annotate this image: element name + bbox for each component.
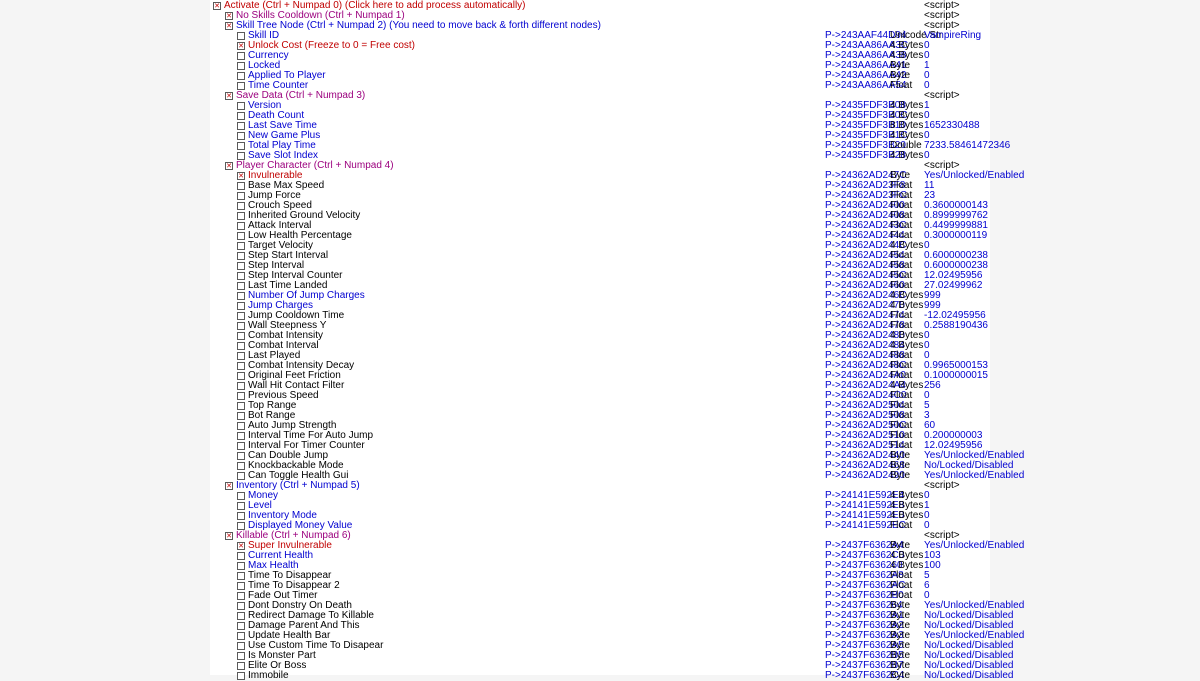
- checkbox-empty-icon[interactable]: [237, 622, 245, 630]
- checkbox-empty-icon[interactable]: [237, 472, 245, 480]
- checkbox-empty-icon[interactable]: [237, 672, 245, 680]
- checkbox-empty-icon[interactable]: [237, 612, 245, 620]
- checkbox-checked-icon[interactable]: [237, 172, 245, 180]
- checkbox-empty-icon[interactable]: [237, 182, 245, 190]
- checkbox-empty-icon[interactable]: [237, 502, 245, 510]
- value-label[interactable]: 7233.58461472346: [924, 141, 1010, 151]
- checkbox-empty-icon[interactable]: [237, 302, 245, 310]
- rows-container: Activate (Ctrl + Numpad 0) (Click here t…: [210, 1, 990, 681]
- checkbox-empty-icon[interactable]: [237, 572, 245, 580]
- checkbox-empty-icon[interactable]: [237, 422, 245, 430]
- value-label[interactable]: Yes/Unlocked/Enabled: [924, 171, 1024, 181]
- checkbox-checked-icon[interactable]: [225, 22, 233, 30]
- checkbox-empty-icon[interactable]: [237, 312, 245, 320]
- value-label[interactable]: 0.3000000119: [924, 231, 987, 241]
- checkbox-empty-icon[interactable]: [237, 252, 245, 260]
- checkbox-empty-icon[interactable]: [237, 362, 245, 370]
- checkbox-empty-icon[interactable]: [237, 282, 245, 290]
- checkbox-empty-icon[interactable]: [237, 242, 245, 250]
- checkbox-empty-icon[interactable]: [237, 292, 245, 300]
- checkbox-empty-icon[interactable]: [237, 322, 245, 330]
- value-label[interactable]: No/Locked/Disabled: [924, 671, 1014, 681]
- checkbox-empty-icon[interactable]: [237, 372, 245, 380]
- checkbox-empty-icon[interactable]: [237, 652, 245, 660]
- checkbox-empty-icon[interactable]: [237, 642, 245, 650]
- checkbox-checked-icon[interactable]: [213, 2, 221, 10]
- checkbox-empty-icon[interactable]: [237, 602, 245, 610]
- checkbox-empty-icon[interactable]: [237, 202, 245, 210]
- description-label[interactable]: Immobile: [248, 671, 289, 681]
- checkbox-empty-icon[interactable]: [237, 152, 245, 160]
- checkbox-empty-icon[interactable]: [237, 122, 245, 130]
- checkbox-empty-icon[interactable]: [237, 82, 245, 90]
- checkbox-empty-icon[interactable]: [237, 112, 245, 120]
- checkbox-empty-icon[interactable]: [237, 262, 245, 270]
- checkbox-empty-icon[interactable]: [237, 142, 245, 150]
- checkbox-empty-icon[interactable]: [237, 462, 245, 470]
- checkbox-empty-icon[interactable]: [237, 442, 245, 450]
- checkbox-empty-icon[interactable]: [237, 412, 245, 420]
- checkbox-checked-icon[interactable]: [225, 482, 233, 490]
- type-label[interactable]: 4 Bytes: [890, 151, 923, 161]
- checkbox-empty-icon[interactable]: [237, 382, 245, 390]
- value-label[interactable]: VampireRing: [924, 31, 981, 41]
- checkbox-checked-icon[interactable]: [225, 162, 233, 170]
- checkbox-empty-icon[interactable]: [237, 592, 245, 600]
- checkbox-empty-icon[interactable]: [237, 332, 245, 340]
- checkbox-checked-icon[interactable]: [225, 12, 233, 20]
- checkbox-empty-icon[interactable]: [237, 72, 245, 80]
- checkbox-empty-icon[interactable]: [237, 232, 245, 240]
- checkbox-checked-icon[interactable]: [237, 42, 245, 50]
- checkbox-empty-icon[interactable]: [237, 52, 245, 60]
- type-label[interactable]: Float: [890, 81, 912, 91]
- type-label[interactable]: Byte: [890, 471, 910, 481]
- checkbox-checked-icon[interactable]: [225, 532, 233, 540]
- checkbox-checked-icon[interactable]: [225, 92, 233, 100]
- checkbox-empty-icon[interactable]: [237, 102, 245, 110]
- checkbox-empty-icon[interactable]: [237, 452, 245, 460]
- checkbox-empty-icon[interactable]: [237, 342, 245, 350]
- checkbox-empty-icon[interactable]: [237, 352, 245, 360]
- checkbox-empty-icon[interactable]: [237, 222, 245, 230]
- cheat-table: Activate (Ctrl + Numpad 0) (Click here t…: [210, 0, 990, 675]
- checkbox-empty-icon[interactable]: [237, 272, 245, 280]
- checkbox-empty-icon[interactable]: [237, 562, 245, 570]
- table-row[interactable]: ImmobileP->2437F6362C4ByteNo/Locked/Disa…: [210, 671, 990, 681]
- checkbox-empty-icon[interactable]: [237, 582, 245, 590]
- checkbox-empty-icon[interactable]: [237, 212, 245, 220]
- checkbox-empty-icon[interactable]: [237, 132, 245, 140]
- type-label[interactable]: Byte: [890, 671, 910, 681]
- checkbox-empty-icon[interactable]: [237, 192, 245, 200]
- checkbox-empty-icon[interactable]: [237, 552, 245, 560]
- checkbox-empty-icon[interactable]: [237, 402, 245, 410]
- checkbox-empty-icon[interactable]: [237, 62, 245, 70]
- checkbox-empty-icon[interactable]: [237, 492, 245, 500]
- description-label[interactable]: Skill Tree Node (Ctrl + Numpad 2) (You n…: [236, 21, 601, 31]
- value-label[interactable]: 0.2588190436: [924, 321, 988, 331]
- checkbox-empty-icon[interactable]: [237, 392, 245, 400]
- checkbox-empty-icon[interactable]: [237, 632, 245, 640]
- checkbox-empty-icon[interactable]: [237, 662, 245, 670]
- checkbox-empty-icon[interactable]: [237, 32, 245, 40]
- checkbox-checked-icon[interactable]: [237, 542, 245, 550]
- type-label[interactable]: Float: [890, 521, 912, 531]
- checkbox-empty-icon[interactable]: [237, 432, 245, 440]
- checkbox-empty-icon[interactable]: [237, 512, 245, 520]
- value-label[interactable]: 1652330488: [924, 121, 980, 131]
- checkbox-empty-icon[interactable]: [237, 522, 245, 530]
